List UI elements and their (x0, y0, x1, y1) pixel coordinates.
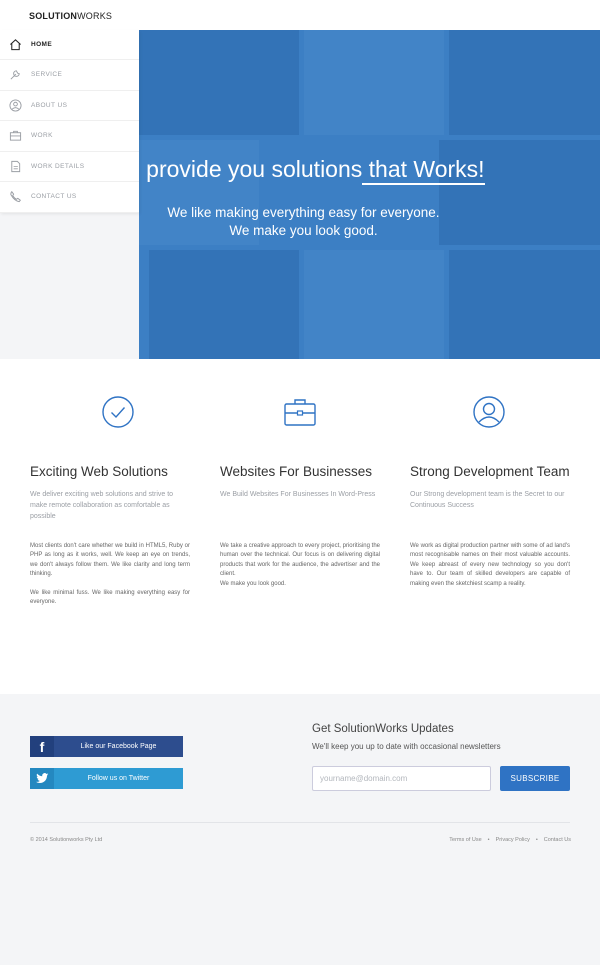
sidebar-item-home[interactable]: HOME (0, 30, 139, 60)
document-icon (11, 160, 21, 172)
sidebar-item-work[interactable]: WORK (0, 121, 139, 152)
privacy-link[interactable]: Privacy Policy (496, 837, 530, 843)
hero-title-highlight: that Works! (362, 156, 485, 185)
briefcase-icon (9, 130, 22, 141)
sidebar-item-label: HOME (31, 41, 53, 48)
twitter-label: Follow us on Twitter (87, 775, 150, 782)
sidebar-item-label: CONTACT US (31, 193, 77, 201)
home-icon (10, 39, 21, 51)
briefcase-icon (284, 399, 316, 426)
twitter-button[interactable]: Follow us on Twitter (30, 768, 183, 789)
facebook-label: Like our Facebook Page (80, 743, 157, 750)
feature-body-paragraph: We take a creative approach to every pro… (220, 543, 380, 578)
feature-body-paragraph: We make you look good. (220, 580, 286, 587)
footer-links: Terms of Use • Privacy Policy • Contact … (449, 837, 571, 843)
logo[interactable]: SOLUTIONWORKS (29, 11, 112, 21)
sidebar-item-label: WORK (31, 132, 53, 140)
footer-divider (30, 822, 570, 823)
feature-intro: We deliver exciting web solutions and st… (30, 491, 174, 520)
footer: f Like our Facebook Page Follow us on Tw… (0, 694, 600, 965)
sidebar-item-label: SERVICE (31, 71, 63, 79)
feature-body-paragraph: Most clients don't care whether we build… (30, 543, 190, 578)
feature-body: We work as digital production partner wi… (410, 542, 570, 589)
sidebar-item-label: WORK DETAILS (31, 162, 85, 170)
newsletter-subtitle: We'll keep you up to date with occasiona… (312, 742, 501, 751)
features-section: Exciting Web Solutions We deliver exciti… (0, 359, 600, 694)
facebook-icon: f (30, 736, 54, 757)
logo-bold: SOLUTION (29, 11, 78, 21)
feature-body-paragraph: We like minimal fuss. We like making eve… (30, 589, 190, 606)
feature-title: Strong Development Team (410, 464, 570, 479)
hero-title: e provide you solutions that Works! (139, 156, 600, 185)
user-circle-icon (473, 396, 505, 428)
facebook-button[interactable]: f Like our Facebook Page (30, 736, 183, 757)
feature-intro: Our Strong development team is the Secre… (410, 491, 565, 509)
feature-intro: We Build Websites For Businesses In Word… (220, 491, 376, 498)
hero-subtitle: We like making everything easy for every… (139, 204, 468, 240)
top-bar: SOLUTIONWORKS (0, 0, 600, 30)
hero-title-start: e provide you solutions (139, 156, 363, 182)
feature-body-paragraph: We work as digital production partner wi… (410, 543, 570, 587)
logo-light: WORKS (77, 11, 113, 21)
hero-subtitle-line2: We make you look good. (229, 223, 378, 238)
feature-body: Most clients don't care whether we build… (30, 542, 190, 607)
separator-dot: • (487, 837, 490, 843)
hero-subtitle-line1: We like making everything easy for every… (167, 205, 440, 220)
sidebar-item-service[interactable]: SERVICE (0, 60, 139, 91)
sidebar-item-contact[interactable]: CONTACT US (0, 182, 139, 213)
contact-link[interactable]: Contact Us (544, 837, 571, 843)
sidebar-item-label: ABOUT US (31, 101, 68, 109)
email-field[interactable] (312, 766, 491, 791)
subscribe-button[interactable]: SUBSCRIBE (500, 766, 570, 791)
sidebar-item-work-details[interactable]: WORK DETAILS (0, 152, 139, 182)
copyright: © 2014 Solutionworks Pty Ltd (30, 837, 103, 843)
wrench-icon (10, 70, 20, 80)
terms-link[interactable]: Terms of Use (449, 837, 481, 843)
sidebar-item-about[interactable]: ABOUT US (0, 91, 139, 121)
check-circle-icon (102, 396, 134, 428)
separator-dot: • (535, 837, 538, 843)
feature-body: We take a creative approach to every pro… (220, 542, 380, 589)
twitter-icon (30, 768, 54, 789)
feature-title: Websites For Businesses (220, 464, 373, 479)
sidebar-nav: HOME SERVICE ABOUT US WORK WORK DETAILS … (0, 30, 139, 213)
newsletter-title: Get SolutionWorks Updates (312, 723, 454, 735)
feature-title: Exciting Web Solutions (30, 464, 168, 479)
hero-banner: e provide you solutions that Works! We l… (139, 30, 600, 359)
phone-icon (10, 190, 21, 203)
user-circle-icon (9, 98, 22, 112)
